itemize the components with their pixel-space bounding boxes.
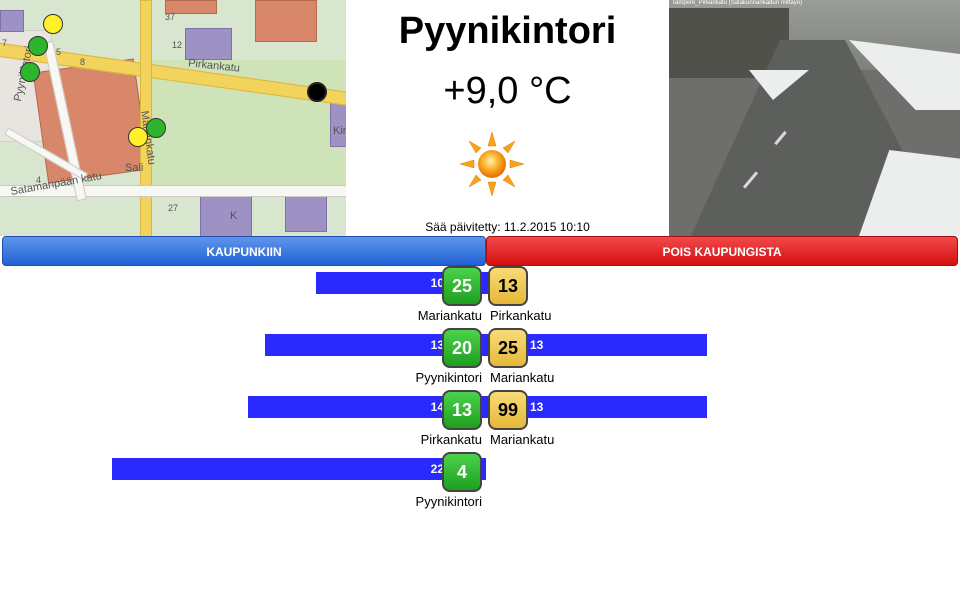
- traffic-row: 22 4 Pyynikintori: [0, 452, 960, 512]
- inbound-speed-badge[interactable]: 20: [442, 328, 482, 368]
- house-number: 7: [2, 38, 8, 48]
- map-panel[interactable]: Pirkankatu Pyynikintori Mariankatu Satam…: [0, 0, 346, 236]
- street-label: Sali: [125, 162, 144, 174]
- traffic-row: 10 25 Mariankatu 2 13 Pirkankatu: [0, 266, 960, 326]
- sensor-marker-black[interactable]: [307, 82, 327, 102]
- building: [255, 0, 317, 42]
- street-label: Kirk: [333, 125, 346, 137]
- sensor-marker-green[interactable]: [146, 118, 166, 138]
- house-number: 8: [80, 57, 86, 67]
- sensor-marker-yellow[interactable]: [43, 14, 63, 34]
- station-title: Pyynikintori: [398, 10, 617, 52]
- outbound-place-label: Mariankatu: [490, 370, 555, 385]
- sensor-marker-green[interactable]: [28, 36, 48, 56]
- direction-inbound-button[interactable]: KAUPUNKIIN: [2, 236, 486, 266]
- inbound-speed-badge[interactable]: 13: [442, 390, 482, 430]
- outbound-count: 2: [530, 276, 537, 290]
- house-number: 27: [168, 203, 179, 213]
- traffic-row: 14 13 Pirkankatu 13 99 Mariankatu: [0, 390, 960, 450]
- outbound-speed-badge[interactable]: 99: [488, 390, 528, 430]
- sun-icon: [459, 131, 525, 197]
- house-number: 4: [36, 175, 42, 185]
- camera-caption: Tampere_Pirkankatu (Satakunnankadun mitt…: [672, 0, 803, 6]
- weather-updated-text: Sää päivitetty: 11.2.2015 10:10: [425, 220, 590, 234]
- inbound-speed-badge[interactable]: 25: [442, 266, 482, 306]
- weather-panel: Pyynikintori +9,0 °C Sää päivitetty: 11.…: [346, 0, 669, 236]
- temperature-value: +9,0 °C: [443, 70, 572, 112]
- house-number: 5: [56, 47, 62, 57]
- outbound-speed-badge[interactable]: 13: [488, 266, 528, 306]
- outbound-place-label: Pirkankatu: [490, 308, 552, 323]
- outbound-count: 13: [530, 338, 544, 352]
- street-label: K: [230, 210, 238, 222]
- building: [185, 28, 232, 60]
- traffic-camera-image[interactable]: Tampere_Pirkankatu (Satakunnankadun mitt…: [669, 0, 960, 236]
- outbound-speed-badge[interactable]: 25: [488, 328, 528, 368]
- inbound-place-label: Pyynikintori: [415, 494, 482, 509]
- traffic-row: 13 20 Pyynikintori 13 25 Mariankatu: [0, 328, 960, 388]
- outbound-count: 13: [530, 400, 544, 414]
- inbound-place-label: Pirkankatu: [420, 432, 482, 447]
- house-number: 12: [172, 40, 183, 50]
- inbound-place-label: Pyynikintori: [415, 370, 482, 385]
- building: [0, 10, 24, 32]
- inbound-speed-badge[interactable]: 4: [442, 452, 482, 492]
- sensor-marker-yellow[interactable]: [128, 127, 148, 147]
- inbound-place-label: Mariankatu: [417, 308, 482, 323]
- house-number: 37: [165, 12, 176, 22]
- direction-outbound-button[interactable]: POIS KAUPUNGISTA: [486, 236, 958, 266]
- outbound-place-label: Mariankatu: [490, 432, 555, 447]
- sensor-marker-green[interactable]: [20, 62, 40, 82]
